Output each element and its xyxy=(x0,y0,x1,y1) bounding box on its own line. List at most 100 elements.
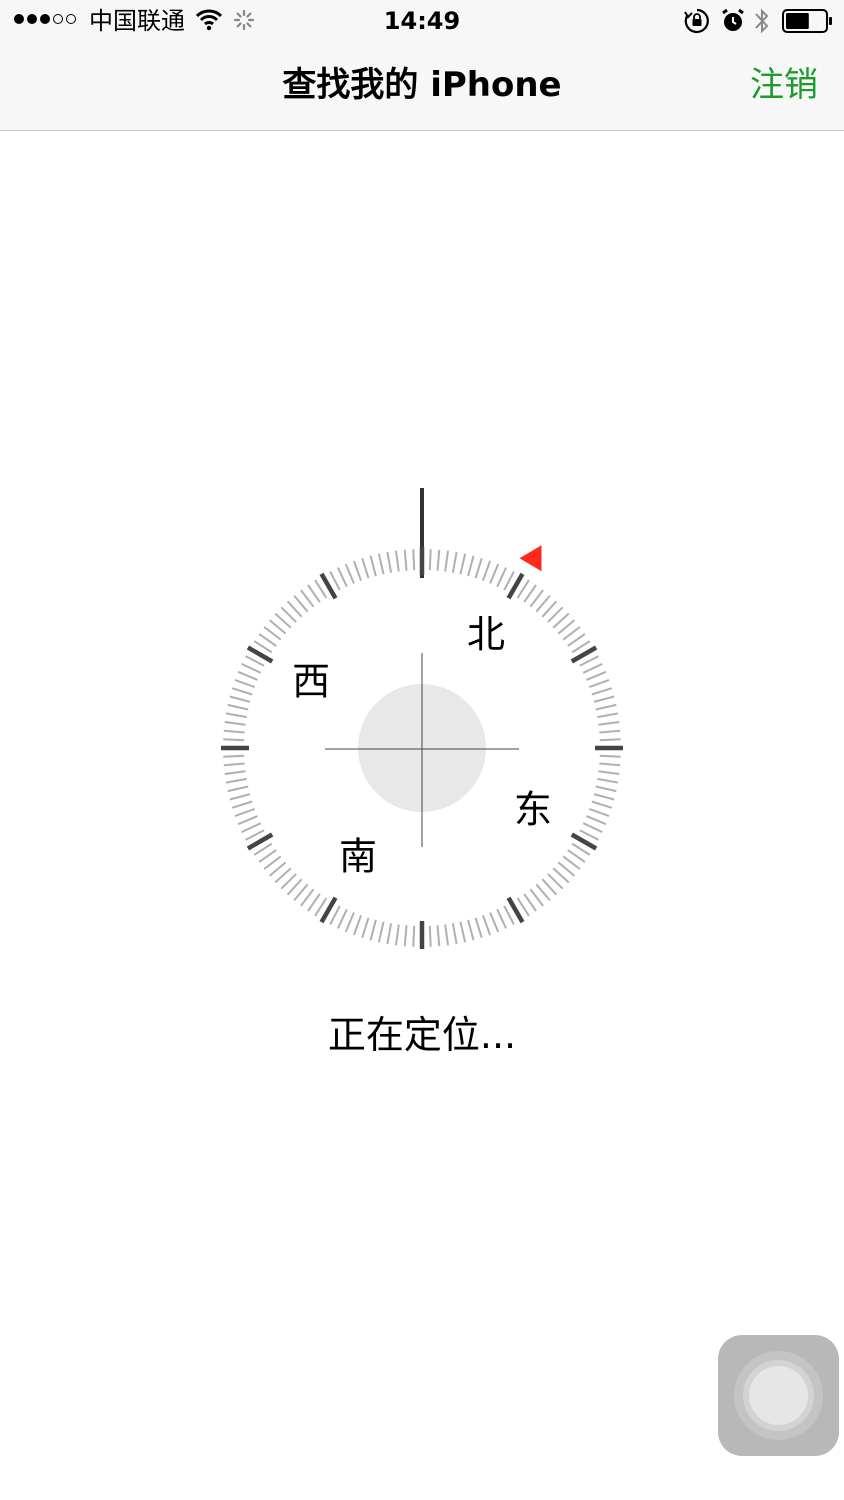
compass-minor-tick xyxy=(300,589,315,608)
compass-minor-tick xyxy=(595,785,617,793)
compass-minor-tick xyxy=(597,712,619,719)
compass: 北 东 南 西 xyxy=(221,488,623,949)
compass-minor-tick xyxy=(352,914,363,936)
compass-minor-tick xyxy=(474,917,483,939)
compass-minor-tick xyxy=(336,908,348,929)
compass-label-east: 东 xyxy=(514,788,552,832)
compass-minor-tick xyxy=(459,553,467,575)
compass-minor-tick xyxy=(444,924,449,946)
compass-minor-tick xyxy=(227,703,249,711)
compass-label-west: 西 xyxy=(292,660,330,704)
compass-minor-tick xyxy=(599,754,621,758)
compass-minor-tick xyxy=(307,584,321,603)
compass-minor-tick xyxy=(489,563,500,584)
compass-minor-tick xyxy=(403,549,408,571)
compass-minor-tick xyxy=(586,815,607,826)
compass-minor-tick xyxy=(588,678,610,689)
compass-minor-tick xyxy=(386,923,393,945)
compass-minor-tick xyxy=(489,912,500,933)
compass-minor-tick xyxy=(227,785,249,793)
compass-minor-tick xyxy=(234,807,256,818)
compass-minor-tick xyxy=(231,800,253,809)
compass-minor-tick xyxy=(403,925,408,947)
compass-minor-tick xyxy=(369,555,377,577)
compass-minor-tick xyxy=(263,626,282,641)
compass-minor-tick xyxy=(224,770,246,775)
compass-minor-tick xyxy=(591,687,613,696)
compass-minor-tick xyxy=(225,712,247,719)
compass-minor-tick xyxy=(263,855,282,870)
compass-minor-tick xyxy=(361,557,370,579)
compass-minor-tick xyxy=(523,893,537,912)
compass-minor-tick xyxy=(597,777,619,784)
compass-minor-tick xyxy=(459,921,467,943)
compass-minor-tick xyxy=(412,549,416,571)
compass-minor-tick xyxy=(223,729,245,734)
compass-minor-tick xyxy=(344,563,355,584)
compass-minor-tick xyxy=(352,560,363,582)
compass-label-north: 北 xyxy=(467,613,505,657)
compass-minor-tick xyxy=(395,550,400,572)
compass-minor-tick xyxy=(444,550,449,572)
compass-minor-tick xyxy=(361,917,370,939)
compass-minor-tick xyxy=(481,560,492,582)
compass-minor-tick xyxy=(436,549,441,571)
compass-minor-tick xyxy=(595,703,617,711)
compass-minor-tick xyxy=(234,678,256,689)
compass-minor-tick xyxy=(598,721,620,726)
compass-minor-tick xyxy=(436,925,441,947)
compass-minor-tick xyxy=(412,925,416,947)
compass-minor-tick xyxy=(369,919,377,941)
compass-minor-tick xyxy=(591,800,613,809)
compass-minor-tick xyxy=(225,777,247,784)
compass-minor-tick xyxy=(467,919,475,941)
compass-minor-tick xyxy=(336,567,348,588)
compass-minor-tick xyxy=(300,888,315,907)
compass-minor-tick xyxy=(229,695,251,703)
compass-minor-tick xyxy=(428,549,432,571)
compass-minor-tick xyxy=(529,589,544,608)
compass-minor-tick xyxy=(223,754,245,758)
compass-minor-tick xyxy=(562,626,581,641)
compass-minor-tick xyxy=(593,793,615,801)
compass-minor-tick xyxy=(224,721,246,726)
compass-minor-tick xyxy=(523,584,537,603)
compass-label-south: 南 xyxy=(339,834,377,878)
compass-minor-tick xyxy=(582,822,603,834)
compass-minor-tick xyxy=(598,770,620,775)
compass-minor-tick xyxy=(562,855,581,870)
compass-minor-tick xyxy=(481,914,492,936)
compass-minor-tick xyxy=(467,555,475,577)
compass-minor-tick xyxy=(588,807,610,818)
compass-minor-tick xyxy=(567,633,586,647)
compass-minor-tick xyxy=(586,670,607,681)
compass-minor-tick xyxy=(529,888,544,907)
compass-minor-tick xyxy=(599,762,621,767)
compass-minor-tick xyxy=(386,551,393,573)
compass-minor-tick xyxy=(258,849,277,863)
compass-minor-tick xyxy=(307,893,321,912)
compass-minor-tick xyxy=(241,662,262,674)
compass-minor-tick xyxy=(223,738,245,742)
compass-minor-tick xyxy=(395,924,400,946)
compass-minor-tick xyxy=(567,849,586,863)
compass-minor-tick xyxy=(593,695,615,703)
compass-minor-tick xyxy=(258,633,277,647)
compass-minor-tick xyxy=(599,729,621,734)
compass-minor-tick xyxy=(231,687,253,696)
compass-minor-tick xyxy=(377,553,385,575)
assistive-touch-button[interactable] xyxy=(718,1335,839,1456)
compass-minor-tick xyxy=(582,662,603,674)
north-indicator-icon xyxy=(519,545,542,572)
compass-minor-tick xyxy=(377,921,385,943)
compass-minor-tick xyxy=(229,793,251,801)
compass-minor-tick xyxy=(496,908,508,929)
compass-minor-tick xyxy=(496,567,508,588)
compass-minor-tick xyxy=(241,822,262,834)
compass-minor-tick xyxy=(237,670,258,681)
locating-status-text: 正在定位... xyxy=(327,1013,517,1057)
compass-minor-tick xyxy=(344,912,355,933)
compass-minor-tick xyxy=(599,738,621,742)
compass-minor-tick xyxy=(237,815,258,826)
compass-minor-tick xyxy=(474,557,483,579)
